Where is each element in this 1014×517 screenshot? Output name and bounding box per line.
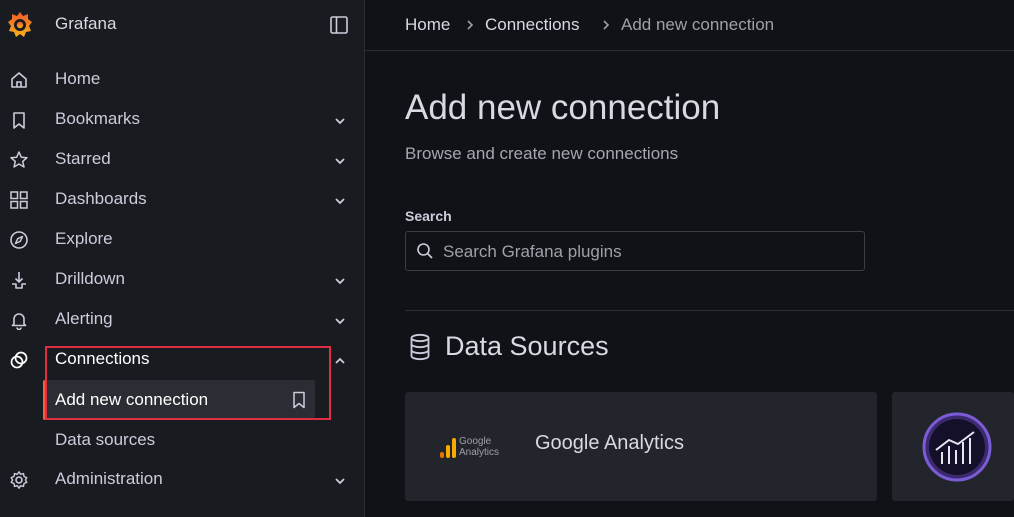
chevron-down-icon[interactable] xyxy=(333,314,347,328)
chevron-up-icon[interactable] xyxy=(333,354,347,368)
chart-bars-logo-icon xyxy=(922,412,992,482)
database-icon xyxy=(410,333,430,361)
breadcrumb-connections[interactable]: Connections xyxy=(485,15,580,35)
sidebar-item-connections[interactable]: Connections xyxy=(0,342,364,378)
chevron-down-icon[interactable] xyxy=(333,114,347,128)
sidebar-item-starred[interactable]: Starred xyxy=(0,142,364,178)
sidebar-item-bookmarks[interactable]: Bookmarks xyxy=(0,102,364,138)
sidebar-item-drilldown[interactable]: Drilldown xyxy=(0,262,364,298)
sidebar-item-alerting[interactable]: Alerting xyxy=(0,302,364,338)
search-input[interactable] xyxy=(441,239,855,265)
chevron-down-icon[interactable] xyxy=(333,154,347,168)
chevron-down-icon[interactable] xyxy=(333,194,347,208)
page-title: Add new connection xyxy=(405,88,721,127)
gear-icon xyxy=(10,471,28,489)
sidebar-item-label: Dashboards xyxy=(55,189,147,208)
sidebar: Grafana Home Bookmarks Starred Dashboard… xyxy=(0,0,365,517)
sidebar-item-administration[interactable]: Administration xyxy=(0,462,364,498)
sidebar-item-explore[interactable]: Explore xyxy=(0,222,364,258)
search-icon xyxy=(417,243,433,259)
logo-text-line: Analytics xyxy=(459,447,500,458)
active-indicator xyxy=(43,380,47,420)
compass-icon xyxy=(10,231,28,249)
plug-connection-icon xyxy=(10,351,28,369)
google-analytics-logo: Google Analytics xyxy=(439,436,509,460)
datasource-card-name: Google Analytics xyxy=(535,432,684,454)
sidebar-item-label: Starred xyxy=(55,149,111,168)
search-label: Search xyxy=(405,208,452,224)
sidebar-item-label: Connections xyxy=(55,349,150,368)
dock-menu-icon[interactable] xyxy=(329,15,349,35)
chevron-right-icon xyxy=(603,20,610,30)
chevron-down-icon[interactable] xyxy=(333,474,347,488)
sidebar-subitem-data-sources[interactable]: Data sources xyxy=(55,430,155,450)
section-divider xyxy=(405,310,1014,311)
sidebar-item-label: Bookmarks xyxy=(55,109,141,128)
sidebar-item-dashboards[interactable]: Dashboards xyxy=(0,182,364,218)
app-title: Grafana xyxy=(55,14,117,33)
sidebar-item-label: Administration xyxy=(55,469,163,488)
sidebar-item-label: Drilldown xyxy=(55,269,125,288)
logo-text-line: Google xyxy=(459,436,492,447)
datasource-card[interactable] xyxy=(892,392,1014,501)
bookmark-icon xyxy=(13,112,25,129)
sidebar-subitem-add-new-connection[interactable]: Add new connection xyxy=(43,380,315,420)
chevron-right-icon xyxy=(467,20,474,30)
chevron-down-icon[interactable] xyxy=(333,274,347,288)
datasource-card-google-analytics[interactable]: Google Analytics Google Analytics xyxy=(405,392,877,501)
bookmark-icon[interactable] xyxy=(291,391,307,409)
sidebar-item-label: Explore xyxy=(55,229,113,248)
page-subtitle: Browse and create new connections xyxy=(405,144,679,163)
sidebar-subitem-label: Add new connection xyxy=(55,390,209,409)
google-analytics-logo-text: Google Analytics xyxy=(459,436,499,458)
bell-icon xyxy=(11,313,27,330)
sidebar-item-label: Alerting xyxy=(55,309,113,328)
star-icon xyxy=(10,151,28,168)
breadcrumb-home[interactable]: Home xyxy=(405,15,450,35)
sidebar-item-home[interactable]: Home xyxy=(0,62,364,98)
search-box[interactable] xyxy=(405,231,865,271)
section-title: Data Sources xyxy=(445,331,609,361)
sidebar-item-label: Home xyxy=(55,69,101,88)
apps-grid-icon xyxy=(10,191,28,209)
google-analytics-logo-icon xyxy=(440,438,456,458)
home-icon xyxy=(11,72,27,88)
grafana-logo-icon[interactable] xyxy=(7,10,33,40)
drilldown-icon xyxy=(12,272,26,289)
breadcrumb-current: Add new connection xyxy=(621,15,775,34)
sidebar-header: Grafana xyxy=(0,0,364,50)
